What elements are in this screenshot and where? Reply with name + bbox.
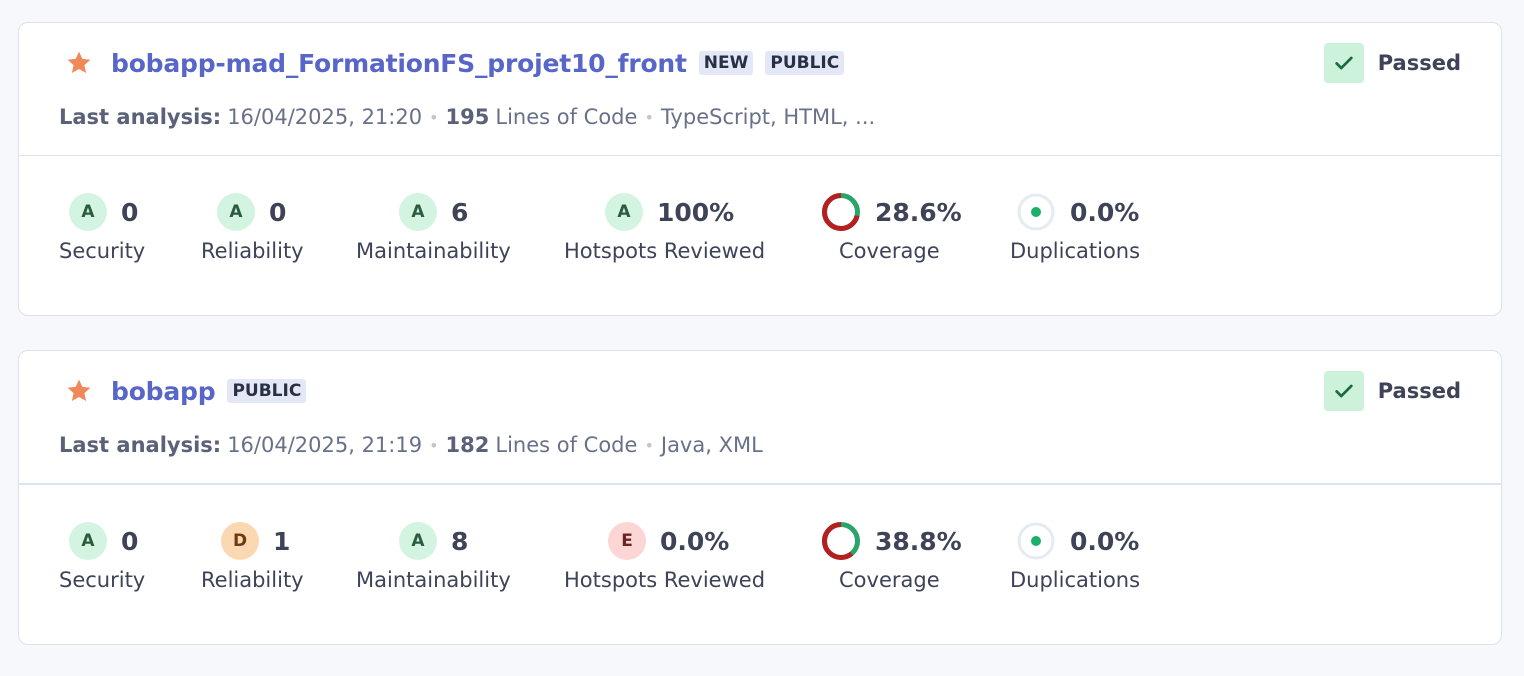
measure-label: Coverage [839,239,940,263]
measure-label: Hotspots Reviewed [564,239,766,263]
measure-value[interactable]: 0 [121,527,138,556]
measure-label: Duplications [1010,239,1141,263]
rating-badge: A [217,193,255,231]
project-title-row: bobapp-mad_FormationFS_projet10_front NE… [111,47,845,79]
coverage-donut-icon [822,193,860,231]
separator-dot: • [429,107,439,127]
measures-row: A 0 Security A 0 Reliability A 6 Maintai… [19,156,1501,316]
measure-value[interactable]: 0.0% [1070,527,1139,556]
rating-badge: A [399,193,437,231]
tag-public: PUBLIC [765,51,845,75]
check-icon [1323,371,1364,411]
lines-of-code-value: 195 [445,105,490,129]
measure-security[interactable]: A 0 Security [59,192,145,263]
tag-new: NEW [698,51,754,75]
measure-label: Duplications [1010,568,1141,592]
rating-badge: A [69,522,107,560]
measure-value[interactable]: 0 [121,198,138,227]
duplications-donut-icon [1017,522,1055,560]
analysis-meta: Last analysis: 16/04/2025, 21:19 • 182 L… [59,433,763,457]
analysis-meta: Last analysis: 16/04/2025, 21:20 • 195 L… [59,105,875,129]
measure-coverage[interactable]: 28.6% Coverage [821,192,962,263]
lines-of-code-label: Lines of Code [495,433,638,457]
lines-of-code-label: Lines of Code [495,105,638,129]
measure-hotspots-reviewed[interactable]: A 100% Hotspots Reviewed [564,192,765,263]
last-analysis-date: 16/04/2025, 21:19 [227,433,423,457]
last-analysis-label: Last analysis: [59,105,222,129]
measure-value[interactable]: 1 [273,527,290,556]
coverage-donut-icon [822,522,860,560]
measures-row: A 0 Security D 1 Reliability A 8 Maintai… [19,485,1501,645]
separator-dot: • [644,107,654,127]
measure-reliability[interactable]: A 0 Reliability [201,192,304,263]
measure-hotspots-reviewed[interactable]: E 0.0% Hotspots Reviewed [564,521,765,592]
measure-value[interactable]: 8 [451,527,468,556]
rating-badge: E [608,522,646,560]
check-icon [1323,43,1364,83]
measure-value[interactable]: 0.0% [660,527,729,556]
separator-dot: • [429,435,439,455]
star-icon[interactable] [65,49,93,77]
project-card-header: bobapp PUBLIC Passed Last analysis: 16/0… [19,351,1501,485]
duplications-donut-icon [1017,193,1055,231]
rating-badge: A [605,193,643,231]
rating-badge: A [399,522,437,560]
project-card: bobapp PUBLIC Passed Last analysis: 16/0… [18,350,1502,645]
rating-badge: A [69,193,107,231]
measure-label: Maintainability [356,568,511,592]
measure-label: Hotspots Reviewed [564,568,766,592]
tag-public: PUBLIC [227,379,307,403]
measure-value[interactable]: 6 [451,198,468,227]
measure-reliability[interactable]: D 1 Reliability [201,521,304,592]
measure-duplications[interactable]: 0.0% Duplications [1010,521,1140,592]
quality-gate-status: Passed [1323,43,1461,83]
measure-maintainability[interactable]: A 6 Maintainability [356,192,511,263]
measure-value[interactable]: 100% [657,198,734,227]
project-title-row: bobapp PUBLIC [111,375,307,407]
measure-label: Maintainability [356,239,511,263]
quality-gate-status: Passed [1323,371,1461,411]
rating-badge: D [221,522,259,560]
measure-label: Coverage [839,568,940,592]
languages: TypeScript, HTML, ... [660,105,876,129]
measure-coverage[interactable]: 38.8% Coverage [821,521,962,592]
measure-label: Security [59,239,146,263]
quality-gate-label: Passed [1377,51,1461,75]
measure-maintainability[interactable]: A 8 Maintainability [356,521,511,592]
measure-label: Reliability [201,239,304,263]
measure-security[interactable]: A 0 Security [59,521,145,592]
measure-duplications[interactable]: 0.0% Duplications [1010,192,1140,263]
project-name-link[interactable]: bobapp [111,377,216,406]
measure-label: Reliability [201,568,304,592]
measure-label: Security [59,568,146,592]
separator-dot: • [644,435,654,455]
measure-value[interactable]: 28.6% [875,198,962,227]
measure-value[interactable]: 38.8% [875,527,962,556]
last-analysis-date: 16/04/2025, 21:20 [227,105,423,129]
quality-gate-label: Passed [1377,379,1461,403]
project-card-header: bobapp-mad_FormationFS_projet10_front NE… [19,23,1501,156]
last-analysis-label: Last analysis: [59,433,222,457]
project-card: bobapp-mad_FormationFS_projet10_front NE… [18,22,1502,316]
measure-value[interactable]: 0 [269,198,286,227]
measure-value[interactable]: 0.0% [1070,198,1139,227]
project-name-link[interactable]: bobapp-mad_FormationFS_projet10_front [111,49,687,78]
lines-of-code-value: 182 [445,433,490,457]
star-icon[interactable] [65,377,93,405]
languages: Java, XML [660,433,763,457]
